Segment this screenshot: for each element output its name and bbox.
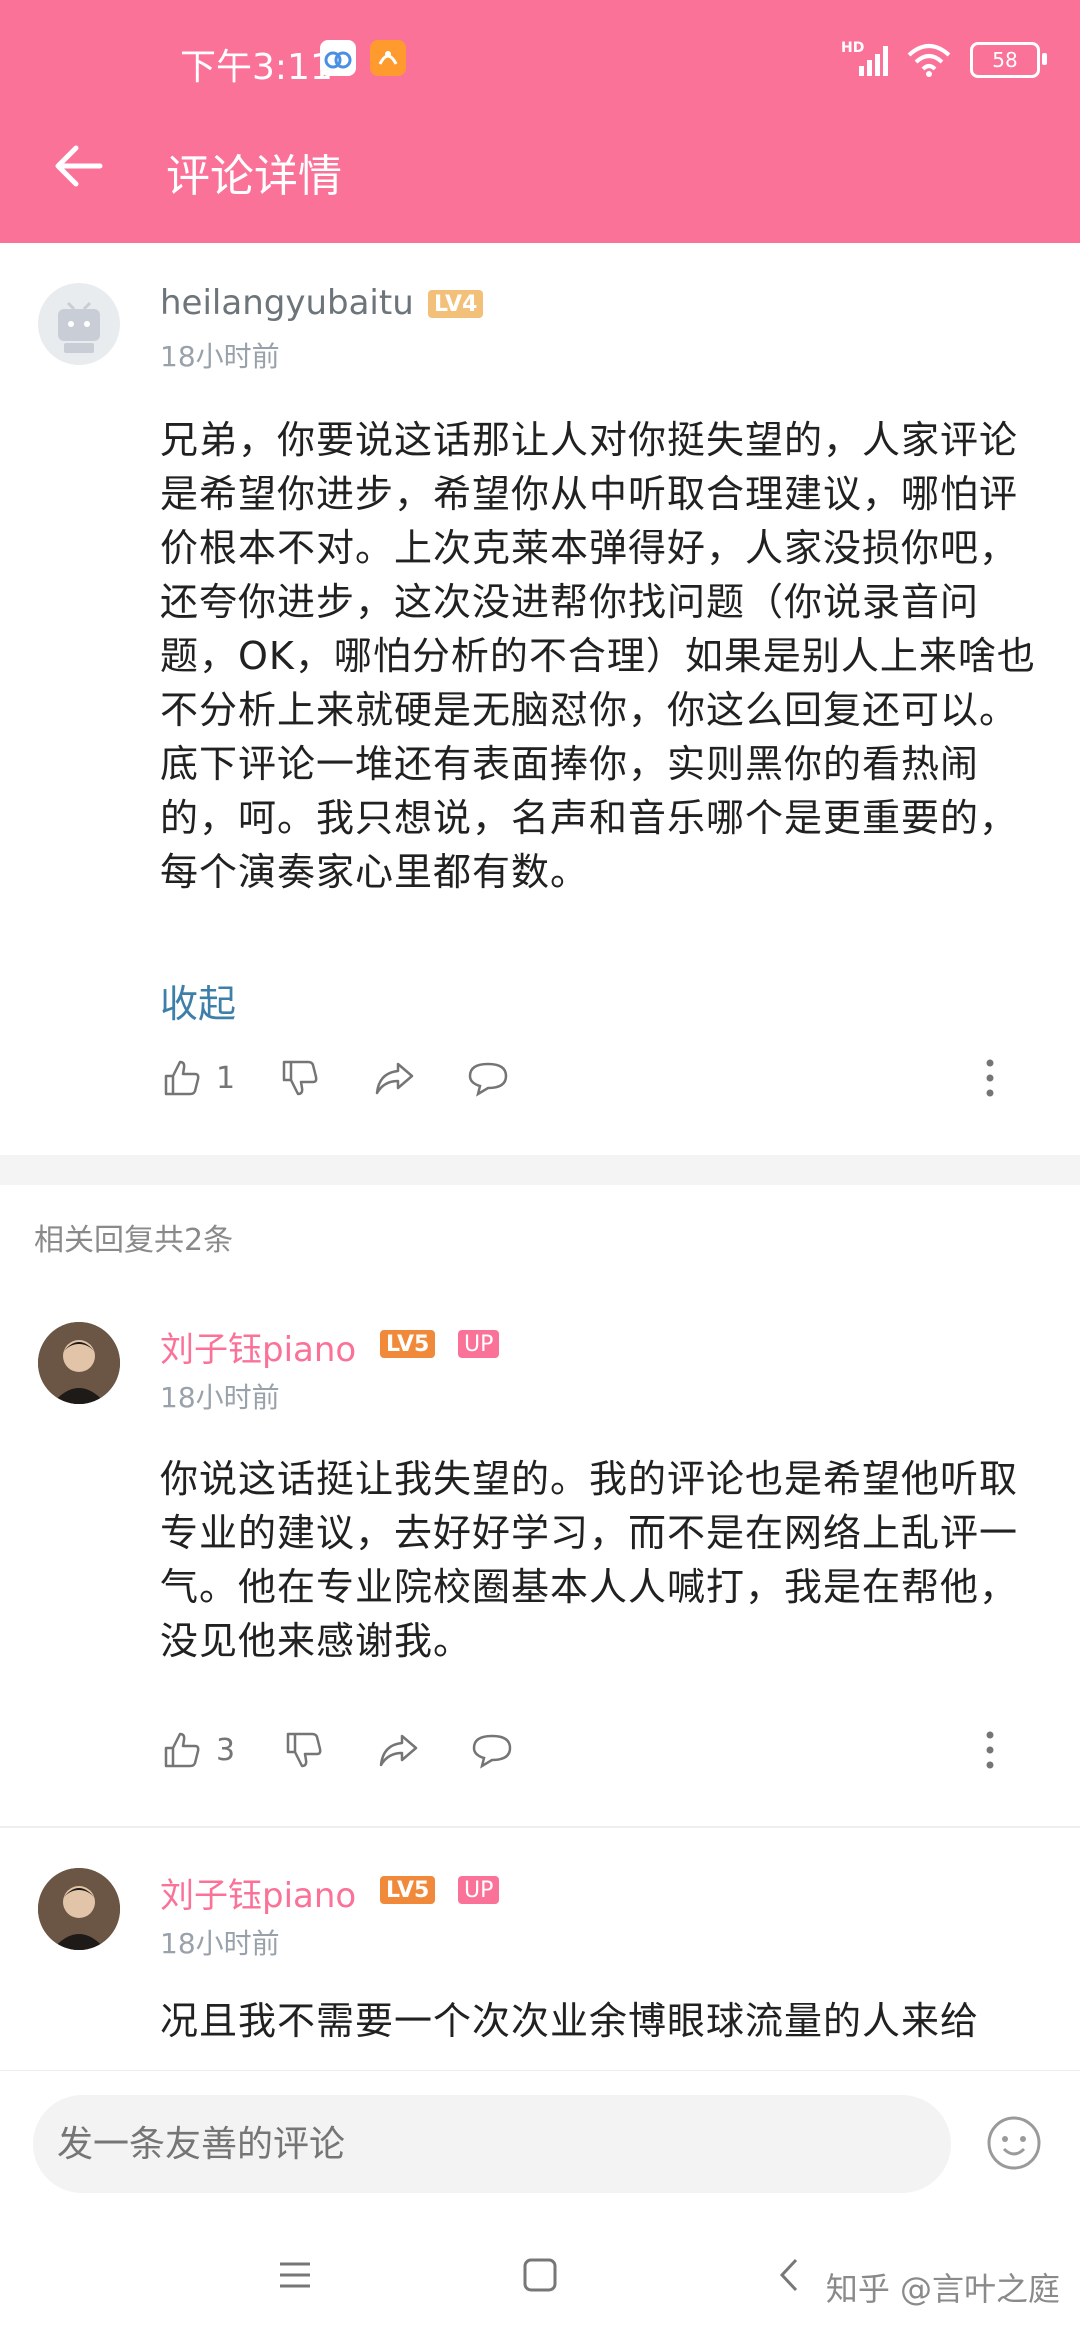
avatar[interactable] [38, 1322, 120, 1404]
thumbs-up-icon [164, 1060, 200, 1096]
reply-username[interactable]: 刘子钰piano [160, 1868, 356, 1917]
uc-browser-icon [370, 40, 406, 76]
battery-icon: 58 [970, 42, 1047, 78]
comment-input[interactable] [33, 2095, 951, 2193]
up-badge: UP [458, 1876, 500, 1904]
comment-time: 18小时前 [160, 340, 280, 373]
up-badge: UP [458, 1330, 500, 1358]
comment-bubble-icon [472, 1734, 512, 1769]
dislike-button[interactable] [278, 1048, 322, 1108]
status-time: 下午3:11 [180, 47, 333, 88]
level-badge: LV4 [428, 290, 484, 318]
page-title: 评论详情 [166, 151, 342, 202]
watermark: 知乎 @言叶之庭 [825, 2270, 1060, 2308]
share-icon [379, 1734, 418, 1767]
share-icon [375, 1062, 414, 1095]
level-badge: LV5 [380, 1330, 436, 1358]
cloud-app-icon [320, 40, 356, 76]
battery-level: 58 [992, 48, 1018, 72]
thumbs-down-icon [286, 1732, 322, 1768]
wifi-icon [907, 44, 951, 77]
like-button[interactable]: 3 [160, 1720, 235, 1780]
network-label: HD [841, 40, 865, 56]
status-icons: HD 58 [841, 40, 1047, 80]
collapse-link[interactable]: 收起 [160, 973, 236, 1028]
back-icon[interactable] [766, 2250, 816, 2300]
comment-bubble-icon [468, 1062, 508, 1097]
avatar[interactable] [38, 1868, 120, 1950]
reply-username[interactable]: 刘子钰piano [160, 1322, 356, 1371]
reply-time: 18小时前 [160, 1927, 280, 1960]
divider [0, 1826, 1080, 1828]
signal-icon: HD [841, 40, 888, 76]
system-nav-bar: 知乎 @言叶之庭 [0, 2210, 1080, 2340]
reply-text: 况且我不需要一个次次业余博眼球流量的人来给 [160, 1999, 980, 2043]
like-count: 3 [216, 1732, 236, 1768]
more-options-icon[interactable] [980, 1728, 1000, 1772]
back-arrow-icon[interactable] [48, 136, 108, 196]
share-button[interactable] [372, 1048, 416, 1108]
home-icon[interactable] [515, 2250, 565, 2300]
avatar[interactable] [38, 283, 120, 365]
section-divider [0, 1155, 1080, 1185]
like-count: 1 [216, 1060, 236, 1096]
reply-time: 18小时前 [160, 1381, 280, 1414]
reply-actions: 3 [160, 1720, 1020, 1780]
status-bar: 下午3:11 HD 58 [0, 0, 1080, 120]
reply-item: 刘子钰piano LV5 UP 18小时前 况且我不需要一个次次业余博眼球流量的… [0, 1846, 1080, 2070]
more-options-icon[interactable] [980, 1056, 1000, 1100]
reply-button[interactable] [470, 1720, 514, 1780]
share-button[interactable] [376, 1720, 420, 1780]
level-badge: LV5 [380, 1876, 436, 1904]
reply-button[interactable] [466, 1048, 510, 1108]
thumbs-up-icon [164, 1732, 200, 1768]
comment-username[interactable]: heilangyubaitu [160, 283, 414, 323]
dislike-button[interactable] [282, 1720, 326, 1780]
comment-actions: 1 [160, 1048, 1020, 1108]
app-top-bar: 下午3:11 HD 58 评论详情 [0, 0, 1080, 243]
thumbs-down-icon [282, 1060, 318, 1096]
comment-input-bar [0, 2070, 1080, 2211]
emoji-icon[interactable] [986, 2115, 1042, 2171]
comment-text: 兄弟，你要说这话那让人对你挺失望的，人家评论是希望你进步，希望你从中听取合理建议… [160, 418, 1036, 894]
menu-icon[interactable] [270, 2250, 320, 2300]
like-button[interactable]: 1 [160, 1048, 235, 1108]
related-replies-label: 相关回复共2条 [34, 1223, 234, 1258]
reply-text: 你说这话挺让我失望的。我的评论也是希望他听取专业的建议，去好好学习，而不是在网络… [160, 1457, 1019, 1663]
